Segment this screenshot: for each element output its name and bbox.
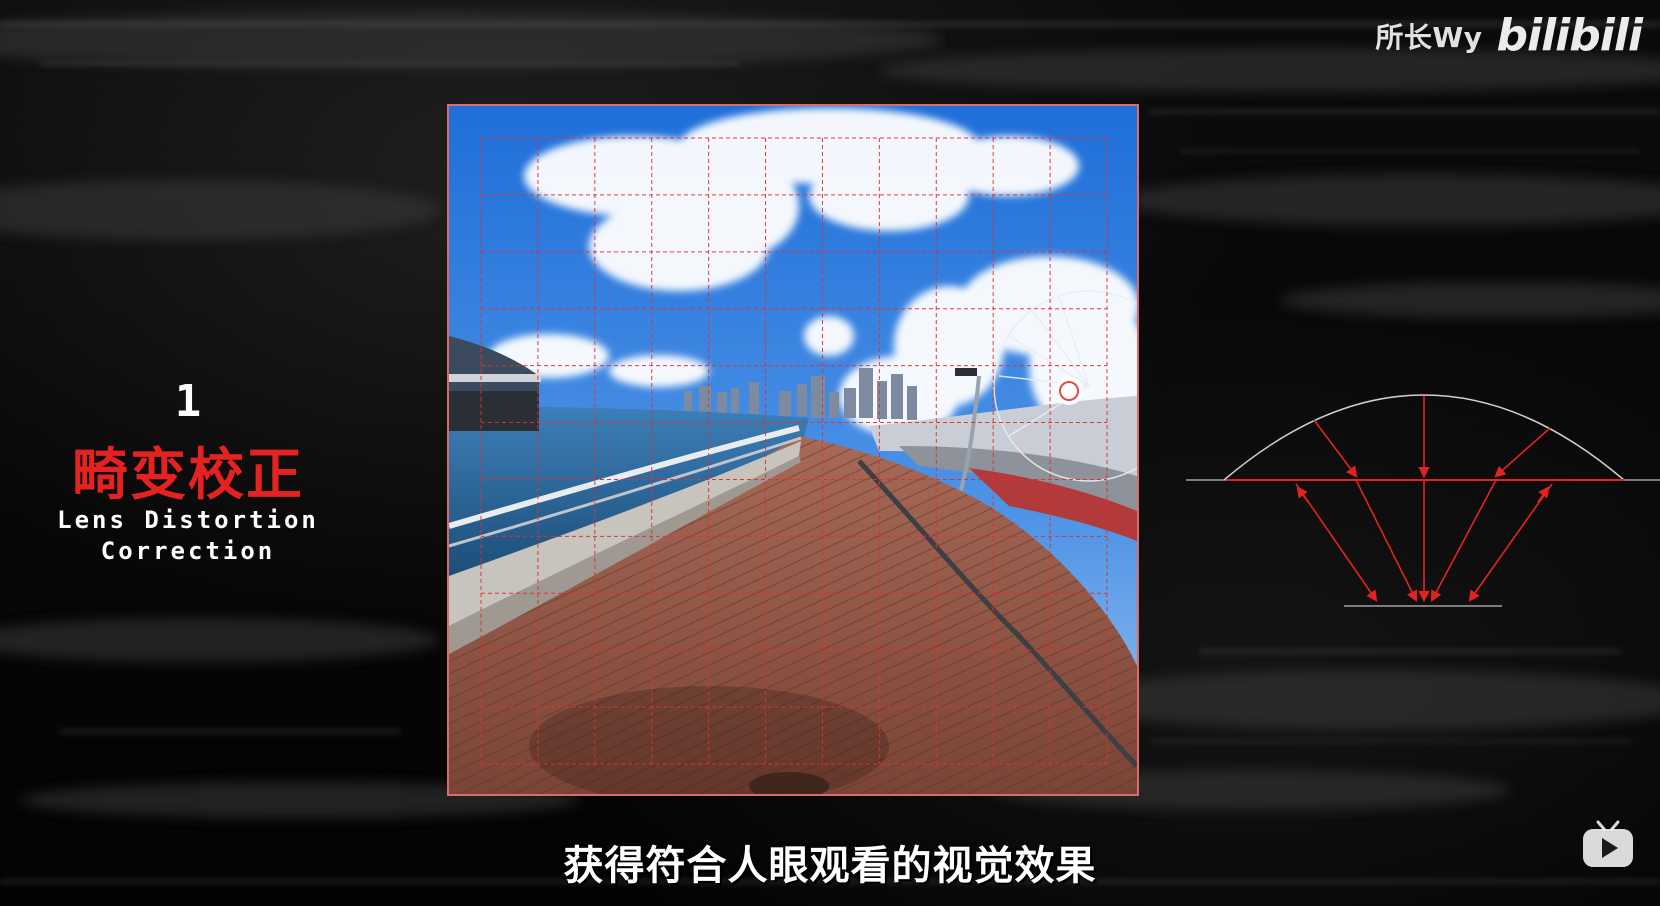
ray-in-right <box>1494 427 1551 478</box>
step-number: 1 <box>174 376 202 427</box>
ray-out-right <box>1430 479 1497 602</box>
section-title-english-line1: Lens Distortion <box>57 506 319 534</box>
bilibili-watermark: 所长Wy bilibili <box>1375 10 1643 61</box>
fisheye-photo <box>449 106 1137 794</box>
tv-play-icon[interactable] <box>1580 818 1636 870</box>
section-title-block: 1 畸变校正 Lens Distortion Correction <box>18 380 358 566</box>
author-name: 所长Wy <box>1375 21 1483 54</box>
section-title-chinese: 畸变校正 <box>72 443 304 508</box>
fisheye-photo-frame <box>447 104 1139 796</box>
section-title-english-line2: Correction <box>100 537 276 565</box>
ray-out-left <box>1355 479 1418 603</box>
bilibili-logo: bilibili <box>1496 10 1643 61</box>
ray-out-far-right <box>1468 483 1553 602</box>
ray-edge-left <box>1296 486 1309 503</box>
ray-in-left <box>1313 419 1358 478</box>
lens-refraction-diagram <box>1186 394 1660 607</box>
ray-edge-right <box>1537 486 1550 503</box>
video-frame[interactable]: 所长Wy bilibili 1 畸变校正 Lens Distortion Cor… <box>0 0 1660 906</box>
video-subtitle: 获得符合人眼观看的视觉效果 <box>563 843 1097 889</box>
